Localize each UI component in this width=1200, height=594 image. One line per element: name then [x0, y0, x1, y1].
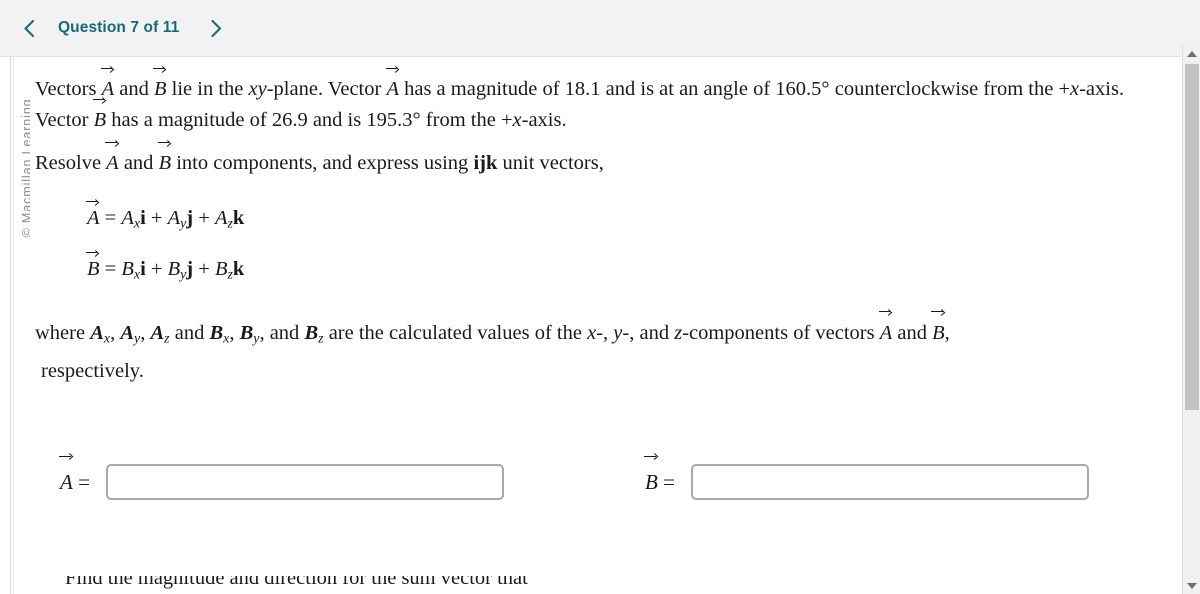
where-definition-paragraph: where Ax, Ay, Az and Bx, By, and Bz are … — [35, 310, 1145, 387]
where-seg-2: are the calculated values of the — [323, 322, 588, 344]
scroll-up-button[interactable] — [1183, 45, 1200, 62]
equals-sign: = — [99, 258, 122, 280]
triangle-up-icon — [1186, 50, 1197, 57]
comma: , — [229, 322, 240, 344]
plus-sign: + — [193, 207, 215, 229]
conjunction-and: and — [169, 322, 210, 344]
vector-a-symbol: A — [86, 200, 100, 229]
intro-seg-7: has a magnitude of 26.9 and is 195.3° fr… — [106, 109, 513, 131]
component-ay: A — [120, 322, 135, 344]
vector-a-symbol: A — [105, 141, 119, 179]
component-by: B — [239, 322, 254, 344]
vector-b-symbol: B — [157, 141, 171, 179]
answer-label-vector-a: A = — [59, 455, 90, 502]
unit-vector-k: k — [232, 207, 245, 229]
scrollbar-thumb[interactable] — [1185, 64, 1199, 410]
next-question-button[interactable] — [201, 19, 231, 38]
intro-seg-1: Vectors — [35, 78, 102, 100]
question-content: Vectors A and B lie in the xy-plane. Vec… — [30, 57, 1170, 594]
equals-sign: = — [72, 470, 90, 494]
next-part-text: Find the magnitude and direction for the… — [65, 576, 528, 589]
vector-b-symbol: B — [86, 251, 100, 280]
resolve-seg-1: Resolve — [35, 152, 107, 174]
component-by: B — [167, 258, 181, 280]
comma-and: , and — [259, 322, 305, 344]
component-ay: A — [167, 207, 181, 229]
question-counter-label: Question 7 of 11 — [58, 19, 180, 36]
previous-question-button[interactable] — [14, 19, 44, 38]
answer-group-vector-b: B = — [644, 455, 1089, 502]
question-navigation-header: Question 7 of 11 — [0, 0, 1200, 57]
intro-seg-8: -axis. — [521, 109, 567, 131]
comma: , — [110, 322, 121, 344]
rail-divider-secondary — [13, 57, 14, 594]
equation-vector-a: A = Axi + Ayj + Azk — [86, 200, 245, 232]
rail-divider — [10, 57, 11, 594]
chevron-right-icon — [211, 19, 222, 37]
vector-b-symbol: B — [92, 98, 106, 136]
unit-vector-k: k — [232, 258, 245, 280]
vector-a-symbol: A — [59, 455, 73, 502]
plus-sign: + — [145, 207, 168, 229]
answer-group-vector-a: A = — [59, 455, 504, 502]
next-part-clipped-text: Find the magnitude and direction for the… — [65, 576, 1165, 594]
ijk-unit-vectors-label: ijk — [473, 152, 498, 174]
answer-input-vector-b[interactable] — [690, 464, 1089, 500]
component-ax: A — [121, 207, 134, 229]
chevron-left-icon — [24, 19, 35, 37]
comma-and: -, and — [622, 322, 675, 344]
component-bz: B — [214, 258, 228, 280]
component-bx: B — [121, 258, 134, 280]
xy-plane-label: xy — [248, 78, 267, 100]
header-inner: Question 7 of 11 — [0, 0, 1200, 56]
question-intro-paragraph: Vectors A and B lie in the xy-plane. Vec… — [35, 67, 1150, 136]
equals-sign: = — [657, 470, 675, 494]
where-second-line: respectively. — [41, 360, 144, 383]
vector-b-symbol: B — [644, 455, 658, 502]
intro-seg-5: has a magnitude of 18.1 and is at an ang… — [398, 78, 1070, 100]
vertical-scrollbar[interactable] — [1182, 45, 1200, 594]
component-bz: B — [304, 322, 319, 344]
component-ax: A — [90, 322, 104, 344]
intro-seg-3: lie in the — [166, 78, 249, 100]
resolve-seg-4: unit vectors, — [497, 152, 604, 174]
answer-input-vector-a[interactable] — [105, 464, 504, 500]
resolve-seg-3: into components, and express using — [171, 152, 474, 174]
where-seg-3: -components of vectors — [682, 322, 880, 344]
comma: , — [140, 322, 151, 344]
plus-sign: + — [145, 258, 168, 280]
intro-seg-2: and — [114, 78, 154, 100]
resolve-instruction-paragraph: Resolve A and B into components, and exp… — [35, 141, 1035, 179]
x-component-label: x — [587, 322, 597, 344]
scroll-down-button[interactable] — [1183, 577, 1200, 594]
x-axis-label: x — [512, 109, 522, 131]
plus-sign: + — [193, 258, 215, 280]
component-az: A — [150, 322, 165, 344]
vector-a-symbol: A — [385, 67, 399, 105]
equals-sign: = — [99, 207, 122, 229]
left-rail: © Macmillan Learning — [0, 57, 34, 594]
vector-b-symbol: B — [931, 310, 945, 349]
vector-a-symbol: A — [878, 310, 892, 349]
component-az: A — [214, 207, 228, 229]
comma: , — [944, 322, 950, 344]
comma: -, — [596, 322, 614, 344]
component-bx: B — [209, 322, 224, 344]
intro-seg-4: -plane. Vector — [266, 78, 387, 100]
triangle-down-icon — [1186, 582, 1197, 589]
where-seg-1: where — [35, 322, 91, 344]
z-component-label: z — [674, 322, 683, 344]
vector-b-symbol: B — [153, 67, 167, 105]
x-axis-label: x — [1070, 78, 1080, 100]
answer-row: A = B = — [30, 455, 1170, 522]
question-page: Question 7 of 11 © Macmillan Learning Ve… — [0, 0, 1200, 594]
equation-vector-b: B = Bxi + Byj + Bzk — [86, 251, 245, 283]
answer-label-vector-b: B = — [644, 455, 675, 502]
resolve-seg-2: and — [118, 152, 159, 174]
conjunction-and: and — [892, 322, 933, 344]
